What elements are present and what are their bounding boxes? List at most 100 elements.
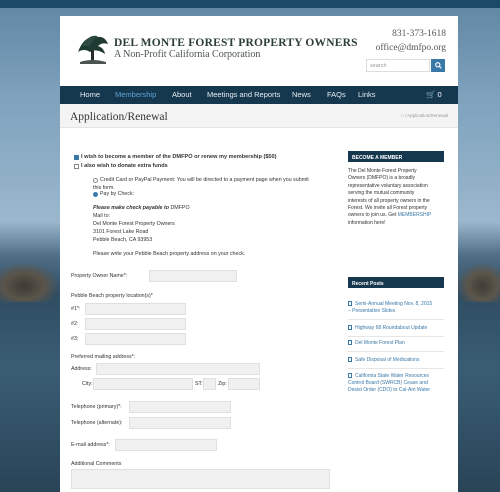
become-line: Forest. We invite all Forest property — [348, 205, 428, 212]
cypress-tree-logo[interactable] — [74, 26, 110, 66]
zip-input[interactable] — [228, 378, 260, 390]
location-1-input[interactable] — [85, 303, 186, 315]
location-3-input[interactable] — [85, 333, 186, 345]
nav-meetings-reports[interactable]: Meetings and Reports — [207, 90, 280, 99]
recent-post-title: Safe Disposal of Medications — [355, 357, 420, 363]
locations-label: Pebble Beach property location(s)* — [71, 293, 153, 299]
email-label: E-mail address*: — [71, 442, 110, 448]
location-2-label: #2: — [71, 321, 79, 327]
search-icon — [435, 62, 442, 69]
location-2-input[interactable] — [85, 318, 186, 330]
become-line: Owners (DMFPO) is a broadly — [348, 175, 415, 182]
become-line: representative voluntary association — [348, 182, 428, 189]
recent-post-title: Highway 68 Roundabout Update — [355, 325, 428, 331]
background-rocks-left — [0, 262, 60, 302]
nav-links[interactable]: Links — [358, 90, 376, 99]
email-input[interactable] — [115, 439, 217, 451]
mail-street: 3101 Forest Lake Road — [93, 229, 149, 235]
document-icon — [348, 325, 352, 330]
address-label: Address: — [71, 366, 92, 372]
check-payable-org: DMFPO — [170, 205, 190, 211]
city-input[interactable] — [93, 378, 193, 390]
payment-cc-label: Credit Card or PayPal Payment: You will … — [100, 177, 309, 183]
check-payable-label: Please make check payable to — [93, 205, 169, 211]
org-subtitle: A Non-Profit California Corporation — [114, 49, 261, 60]
home-icon[interactable]: ⌂ — [401, 113, 404, 118]
payment-check-radio[interactable] — [93, 192, 98, 197]
tel-primary-label: Telephone (primary)*: — [71, 404, 122, 410]
become-member-heading: BECOME A MEMBER — [348, 151, 444, 162]
mail-to-label: Mail to: — [93, 213, 111, 219]
recent-post-title: Semi-Annual Meeting Nov. 8, 2015 — [355, 301, 433, 307]
tel-primary-input[interactable] — [129, 401, 231, 413]
tel-alt-input[interactable] — [129, 417, 231, 429]
document-icon — [348, 301, 352, 306]
divider — [348, 336, 444, 337]
recent-post-title: California State Water Resources — [355, 373, 430, 379]
donate-label: I also wish to donate extra funds — [81, 163, 168, 169]
document-icon — [348, 357, 352, 362]
tel-alt-label: Telephone (alternate): — [71, 420, 123, 426]
mailing-address-label: Preferred mailing address*: — [71, 354, 136, 360]
mail-city: Pebble Beach, CA 93953 — [93, 237, 153, 243]
nav-about[interactable]: About — [172, 90, 192, 99]
become-member-text: The Del Monte Forest Property Owners (DM… — [348, 162, 444, 227]
page-title: Application/Renewal — [70, 111, 168, 123]
breadcrumb-current: / Application/Renewal — [404, 113, 448, 118]
recent-post-link[interactable]: Del Monte Forest Plan — [348, 340, 444, 347]
join-checkbox[interactable] — [74, 155, 79, 160]
nav-news[interactable]: News — [292, 90, 311, 99]
page-frame: DEL MONTE FOREST PROPERTY OWNERS A Non-P… — [60, 16, 458, 492]
membership-link[interactable]: MEMBERSHIP — [398, 212, 432, 218]
breadcrumb: ⌂ / Application/Renewal — [401, 113, 448, 118]
recent-post-link[interactable]: Safe Disposal of Medications — [348, 357, 444, 364]
nav-faqs[interactable]: FAQs — [327, 90, 346, 99]
recent-post-link[interactable]: Highway 68 Roundabout Update — [348, 325, 444, 332]
state-input[interactable] — [203, 378, 216, 390]
cart-count: 0 — [437, 90, 442, 99]
background-rocks-right — [456, 262, 500, 302]
divider — [348, 319, 444, 320]
city-label: City: — [82, 381, 93, 387]
header-phone: 831-373-1618 — [392, 29, 446, 39]
search-button[interactable] — [431, 59, 445, 72]
owner-name-input[interactable] — [149, 270, 237, 282]
location-3-label: #3: — [71, 336, 79, 342]
org-name[interactable]: DEL MONTE FOREST PROPERTY OWNERS — [114, 37, 358, 49]
recent-post-link[interactable]: Semi-Annual Meeting Nov. 8, 2015 – Prese… — [348, 301, 444, 315]
location-1-label: #1*: — [71, 306, 81, 312]
title-bar: Application/Renewal ⌂ / Application/Rene… — [60, 104, 458, 128]
document-icon — [348, 340, 352, 345]
become-line: The Del Monte Forest Property — [348, 168, 417, 174]
divider — [348, 351, 444, 352]
check-payable-note: Please make check payable to DMFPO — [93, 205, 190, 211]
state-label: ST: — [195, 381, 203, 387]
nav-home[interactable]: Home — [80, 90, 100, 99]
comments-textarea[interactable] — [71, 469, 330, 489]
search-input[interactable]: search — [366, 59, 430, 72]
zip-label: Zip: — [218, 381, 227, 387]
owner-name-label: Property Owner Name*: — [71, 273, 128, 279]
recent-post-link[interactable]: California State Water Resources Control… — [348, 373, 444, 395]
recent-posts-heading: Recent Posts — [348, 277, 444, 288]
application-form: I wish to become a member of the DMFPO o… — [60, 128, 340, 492]
payment-cc-radio[interactable] — [93, 178, 98, 183]
sidebar: BECOME A MEMBER The Del Monte Forest Pro… — [348, 151, 444, 393]
address-input[interactable] — [96, 363, 260, 375]
become-line: information here! — [348, 219, 386, 226]
become-line: serving the mutual community — [348, 190, 415, 197]
recent-post-title-cont: – Presentation Slides — [348, 308, 396, 315]
payment-check-label: Pay by Check: — [100, 191, 135, 197]
comments-label: Additional Comments — [71, 461, 122, 467]
nav-membership[interactable]: Membership — [115, 90, 156, 99]
donate-checkbox[interactable] — [74, 164, 79, 169]
become-line: interests of all property owners in the — [348, 197, 430, 204]
recent-post-title-cont: Control Board (SWRCB) Cease and — [348, 380, 428, 387]
header-email[interactable]: office@dmfpo.org — [376, 43, 446, 53]
address-note: Please write your Pebble Beach property … — [93, 251, 246, 257]
become-line: owners to join us. Get MEMBERSHIP — [348, 212, 444, 219]
mail-name: Del Monte Forest Property Owners — [93, 221, 175, 227]
join-label: I wish to become a member of the DMFPO o… — [81, 154, 277, 160]
cart-button[interactable]: 🛒 0 — [426, 90, 442, 99]
document-icon — [348, 373, 352, 378]
